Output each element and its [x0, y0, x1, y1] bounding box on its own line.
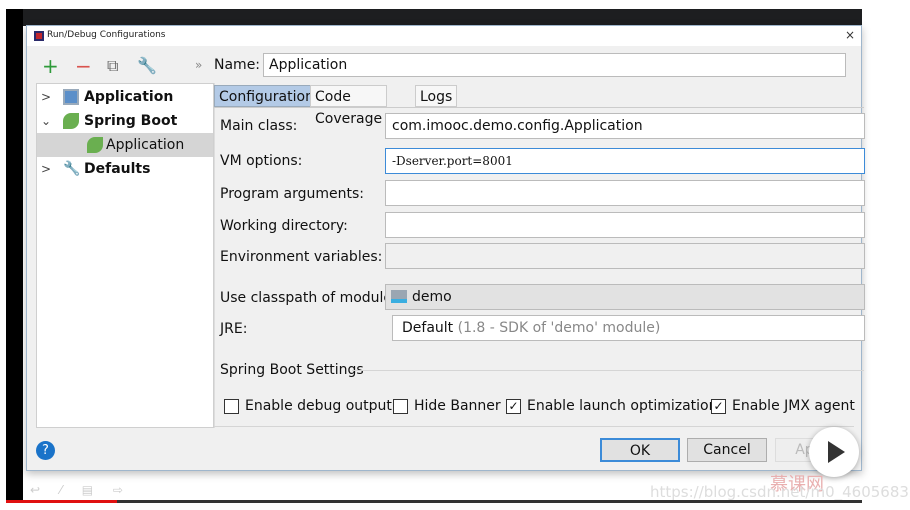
tree-item-defaults[interactable]: > 🔧 Defaults: [37, 157, 213, 181]
chevron-right-icon[interactable]: >: [41, 85, 51, 109]
tree-label: Application: [84, 89, 174, 105]
ok-button[interactable]: OK: [600, 438, 680, 462]
checkbox-label: Enable JMX agent: [732, 398, 855, 414]
tree-item-spring-boot[interactable]: ⌄ Spring Boot: [37, 109, 213, 133]
wrench-icon: 🔧: [63, 161, 81, 177]
checkmark-icon: ✓: [711, 398, 726, 414]
program-arguments-label: Program arguments:: [220, 186, 364, 202]
copy-icon[interactable]: ⧉: [107, 56, 118, 76]
vm-options-label: VM options:: [220, 153, 303, 169]
video-left-strip: [6, 9, 23, 501]
vm-options-input[interactable]: -Dserver.port=8001: [385, 148, 865, 174]
run-debug-dialog: Run/Debug Configurations × + − ⧉ 🔧 » > A…: [26, 25, 865, 471]
environment-variables-input[interactable]: [385, 243, 865, 269]
classpath-module-select[interactable]: demo: [385, 284, 865, 310]
application-icon: [63, 89, 79, 105]
progress-fill: [6, 500, 118, 503]
config-tree: > Application ⌄ Spring Boot Application …: [36, 83, 214, 428]
jre-select[interactable]: Default (1.8 - SDK of 'demo' module): [392, 315, 865, 341]
jre-value: Default: [402, 320, 454, 336]
tab-logs[interactable]: Logs: [415, 85, 458, 107]
tree-label: Application: [106, 137, 185, 153]
title-bar: Run/Debug Configurations ×: [27, 26, 861, 46]
cancel-button[interactable]: Cancel: [687, 438, 767, 462]
tree-item-spring-application[interactable]: Application: [37, 133, 213, 157]
working-directory-input[interactable]: [385, 212, 865, 238]
tree-label: Spring Boot: [84, 113, 178, 129]
wrench-icon[interactable]: 🔧: [137, 56, 157, 76]
tab-code-coverage[interactable]: Code Coverage: [310, 85, 388, 127]
program-arguments-input[interactable]: [385, 180, 865, 206]
enable-debug-output-checkbox[interactable]: Enable debug output: [224, 398, 392, 414]
watermark-url: https://blog.csdn.net/m0_46056832: [650, 483, 910, 501]
chevron-down-icon[interactable]: ⌄: [41, 109, 51, 133]
checkbox-icon: [224, 398, 239, 414]
checkbox-icon: [393, 398, 408, 414]
checkbox-label: Hide Banner: [414, 398, 501, 414]
working-directory-label: Working directory:: [220, 218, 348, 234]
separator: [352, 370, 864, 371]
configuration-panel: Main class: com.imooc.demo.config.Applic…: [214, 107, 865, 427]
enable-launch-optimization-checkbox[interactable]: ✓ Enable launch optimization: [506, 398, 717, 414]
footer-separator: [214, 426, 854, 427]
close-icon[interactable]: ×: [845, 28, 855, 42]
help-icon[interactable]: ?: [36, 441, 55, 460]
faded-toolbar: ↩ ⁄ ▤ ⇨: [30, 483, 131, 497]
checkbox-label: Enable launch optimization: [527, 398, 718, 414]
more-icon[interactable]: »: [195, 58, 202, 72]
name-label: Name:: [214, 57, 261, 73]
classpath-module-value: demo: [412, 289, 452, 305]
name-input[interactable]: Application: [263, 53, 846, 77]
tree-item-application[interactable]: > Application: [37, 85, 213, 109]
checkbox-label: Enable debug output: [245, 398, 392, 414]
environment-variables-label: Environment variables:: [220, 249, 383, 265]
tree-label: Defaults: [84, 161, 151, 177]
remove-icon[interactable]: −: [75, 56, 92, 76]
classpath-module-label: Use classpath of module:: [220, 290, 397, 306]
chevron-right-icon[interactable]: >: [41, 157, 51, 181]
add-icon[interactable]: +: [42, 56, 59, 76]
window-title: Run/Debug Configurations: [47, 30, 166, 40]
tab-configuration[interactable]: Configuration: [214, 85, 319, 107]
jre-hint: (1.8 - SDK of 'demo' module): [457, 320, 661, 336]
jre-label: JRE:: [220, 321, 248, 337]
video-top-band: [6, 9, 862, 26]
hide-banner-checkbox[interactable]: Hide Banner: [393, 398, 501, 414]
spring-boot-icon: [63, 113, 79, 129]
main-class-label: Main class:: [220, 118, 298, 134]
main-class-input[interactable]: com.imooc.demo.config.Application: [385, 113, 865, 139]
spring-boot-icon: [87, 137, 103, 153]
video-progress-bar[interactable]: [6, 500, 862, 503]
enable-jmx-agent-checkbox[interactable]: ✓ Enable JMX agent: [711, 398, 855, 414]
checkmark-icon: ✓: [506, 398, 521, 414]
intellij-icon: [34, 31, 44, 41]
spring-boot-settings-title: Spring Boot Settings: [220, 362, 364, 378]
folder-icon: [391, 290, 407, 303]
